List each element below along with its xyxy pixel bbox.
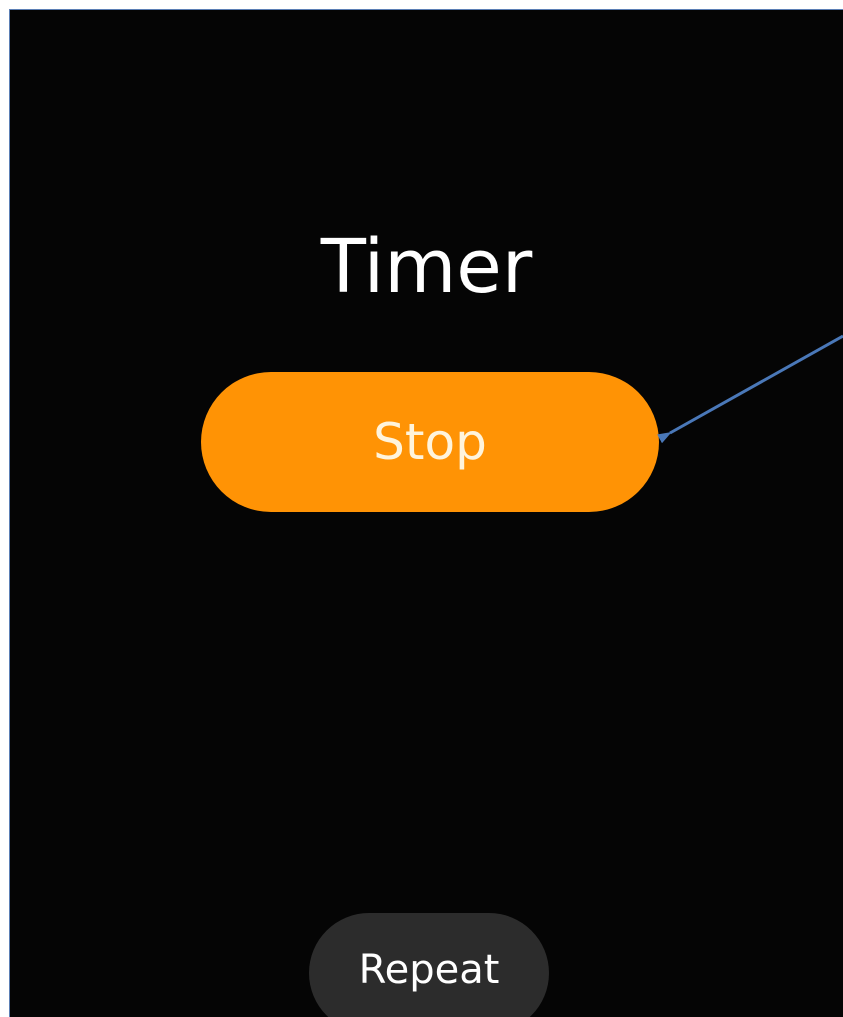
timer-screen: Timer Stop Repeat — [9, 9, 843, 1017]
stop-button-label: Stop — [373, 413, 487, 471]
repeat-button-label: Repeat — [358, 947, 500, 993]
page-title: Timer — [320, 224, 533, 310]
stop-button[interactable]: Stop — [201, 372, 659, 512]
repeat-button[interactable]: Repeat — [309, 913, 549, 1017]
